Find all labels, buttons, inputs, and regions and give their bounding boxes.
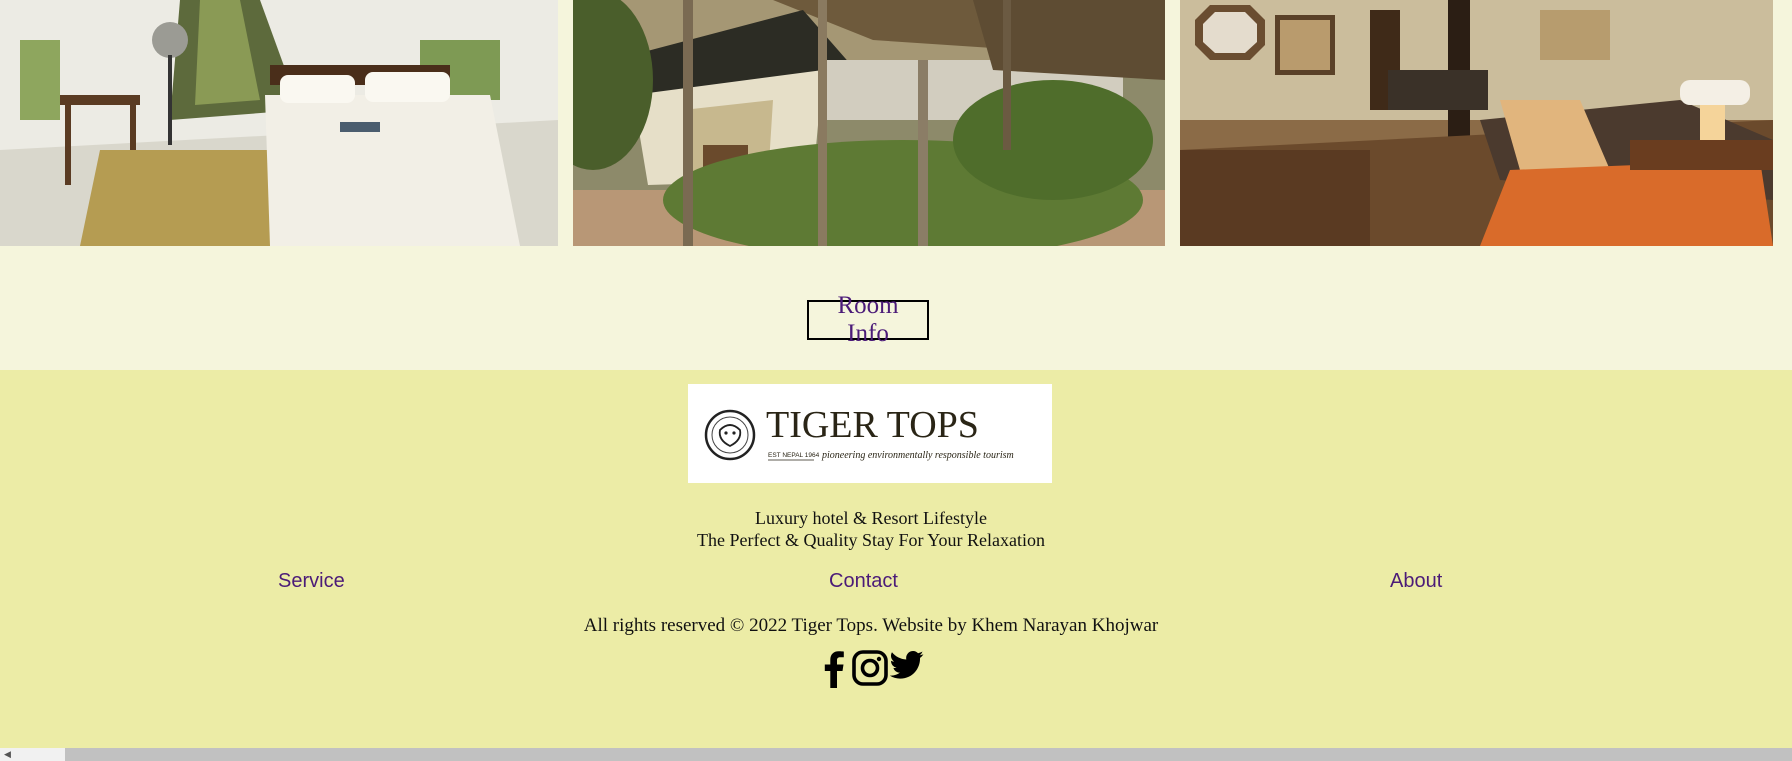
logo-brand-text: TIGER TOPS [766,404,979,446]
room-info-button[interactable]: Room Info [807,292,929,347]
horizontal-scrollbar[interactable]: ◀ [0,748,1792,761]
scroll-left-arrow-icon[interactable]: ◀ [4,750,11,760]
lodge-room-photo [1180,0,1773,246]
tagline-secondary: The Perfect & Quality Stay For Your Rela… [697,530,1045,550]
jungle-tent-exterior-photo [573,0,1165,246]
tent-bedroom-photo [0,0,558,246]
footer-link-service[interactable]: Service [278,570,345,593]
scrollbar-thumb[interactable] [65,748,1792,761]
facebook-icon[interactable] [820,650,846,688]
twitter-icon[interactable] [890,650,924,688]
footer-link-contact[interactable]: Contact [829,570,898,593]
footer-link-about[interactable]: About [1390,570,1442,593]
instagram-icon[interactable] [852,650,888,688]
logo-motto-text: pioneering environmentally responsible t… [821,450,1014,461]
tiger-emblem-icon [704,409,756,461]
tiger-tops-logo[interactable]: TIGER TOPS EST NEPAL 1964 pioneering env… [688,384,1052,483]
site-footer: TIGER TOPS EST NEPAL 1964 pioneering env… [0,370,1792,748]
logo-est-text: EST NEPAL 1964 [768,452,820,459]
tagline-primary: Luxury hotel & Resort Lifestyle [755,508,987,528]
copyright-text: All rights reserved © 2022 Tiger Tops. W… [583,615,1159,636]
photo-gallery [0,0,1792,246]
